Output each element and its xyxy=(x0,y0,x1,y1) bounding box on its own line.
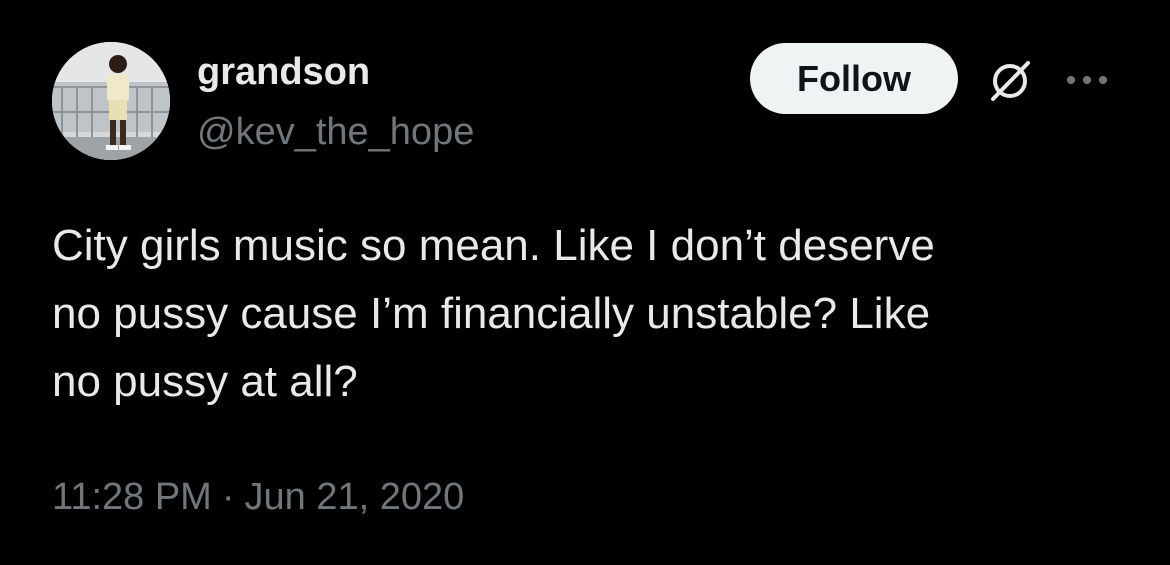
tweet-date: Jun 21, 2020 xyxy=(244,476,465,518)
profile-photo-icon xyxy=(52,42,170,160)
tweet-text: City girls music so mean. Like I don’t d… xyxy=(52,221,935,406)
display-name[interactable]: grandson xyxy=(197,50,370,94)
tweet-card: grandson @kev_the_hope Follow City girls… xyxy=(0,0,1170,565)
timestamp-separator: · xyxy=(221,476,235,518)
tweet-timestamp[interactable]: 11:28 PM · Jun 21, 2020 xyxy=(52,472,464,522)
user-handle[interactable]: @kev_the_hope xyxy=(197,110,474,154)
grok-icon[interactable] xyxy=(985,55,1035,105)
tweet-time: 11:28 PM xyxy=(52,476,212,518)
avatar[interactable] xyxy=(52,42,170,160)
more-options-icon[interactable] xyxy=(1062,60,1112,100)
follow-button[interactable]: Follow xyxy=(750,43,958,114)
